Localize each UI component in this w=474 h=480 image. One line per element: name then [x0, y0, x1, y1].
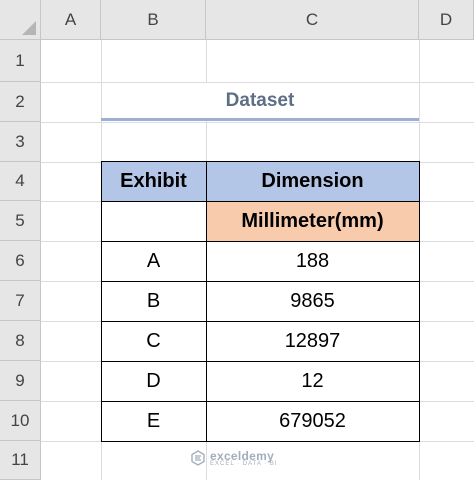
row-header-11[interactable]: 11: [0, 441, 41, 480]
column-header-a[interactable]: A: [41, 0, 101, 40]
header-exhibit[interactable]: Exhibit: [101, 162, 206, 201]
dataset-title[interactable]: Dataset: [101, 82, 419, 120]
exhibit-cell[interactable]: C: [101, 321, 206, 361]
exhibit-cell[interactable]: A: [101, 241, 206, 281]
table-border: [206, 161, 207, 442]
exhibit-cell[interactable]: E: [101, 401, 206, 441]
row-header-2[interactable]: 2: [0, 82, 41, 122]
column-header-b[interactable]: B: [101, 0, 206, 40]
dimension-cell[interactable]: 188: [206, 241, 419, 281]
exceldemy-logo-icon: [191, 450, 205, 466]
table-border: [101, 401, 420, 402]
header-dimension[interactable]: Dimension: [206, 162, 419, 201]
row-header-9[interactable]: 9: [0, 361, 41, 401]
dimension-cell[interactable]: 9865: [206, 281, 419, 321]
table-border: [101, 281, 420, 282]
row-header-10[interactable]: 10: [0, 401, 41, 441]
row-header-7[interactable]: 7: [0, 281, 41, 321]
column-header-d[interactable]: D: [419, 0, 474, 40]
dimension-cell[interactable]: 12: [206, 361, 419, 401]
row-header-8[interactable]: 8: [0, 321, 41, 361]
select-all-corner[interactable]: [0, 0, 41, 40]
row-header-1[interactable]: 1: [0, 40, 41, 82]
dimension-cell[interactable]: 12897: [206, 321, 419, 361]
exhibit-cell[interactable]: B: [101, 281, 206, 321]
table-border: [101, 361, 420, 362]
gridline: [41, 122, 474, 123]
watermark-tagline: EXCEL · DATA · BI: [210, 461, 278, 467]
dimension-cell[interactable]: 679052: [206, 401, 419, 441]
table-border: [101, 321, 420, 322]
table-border: [101, 161, 420, 162]
empty-cell-b5[interactable]: [101, 201, 206, 241]
spreadsheet: A B C D 1 2 3 4 5 6 7 8 9 10 11 Dataset …: [0, 0, 474, 480]
table-border: [101, 201, 420, 202]
row-header-3[interactable]: 3: [0, 122, 41, 162]
exhibit-cell[interactable]: D: [101, 361, 206, 401]
exceldemy-watermark: exceldemy EXCEL · DATA · BI: [190, 449, 278, 467]
title-underline: [101, 118, 419, 121]
table-border: [101, 241, 420, 242]
subheader-millimeter[interactable]: Millimeter(mm): [206, 201, 419, 241]
row-header-4[interactable]: 4: [0, 162, 41, 201]
table-border: [101, 441, 420, 442]
row-header-5[interactable]: 5: [0, 201, 41, 241]
table-border: [419, 161, 420, 442]
column-header-c[interactable]: C: [206, 0, 419, 40]
table-border: [101, 161, 102, 442]
row-header-6[interactable]: 6: [0, 241, 41, 281]
select-all-triangle-icon: [22, 21, 36, 35]
